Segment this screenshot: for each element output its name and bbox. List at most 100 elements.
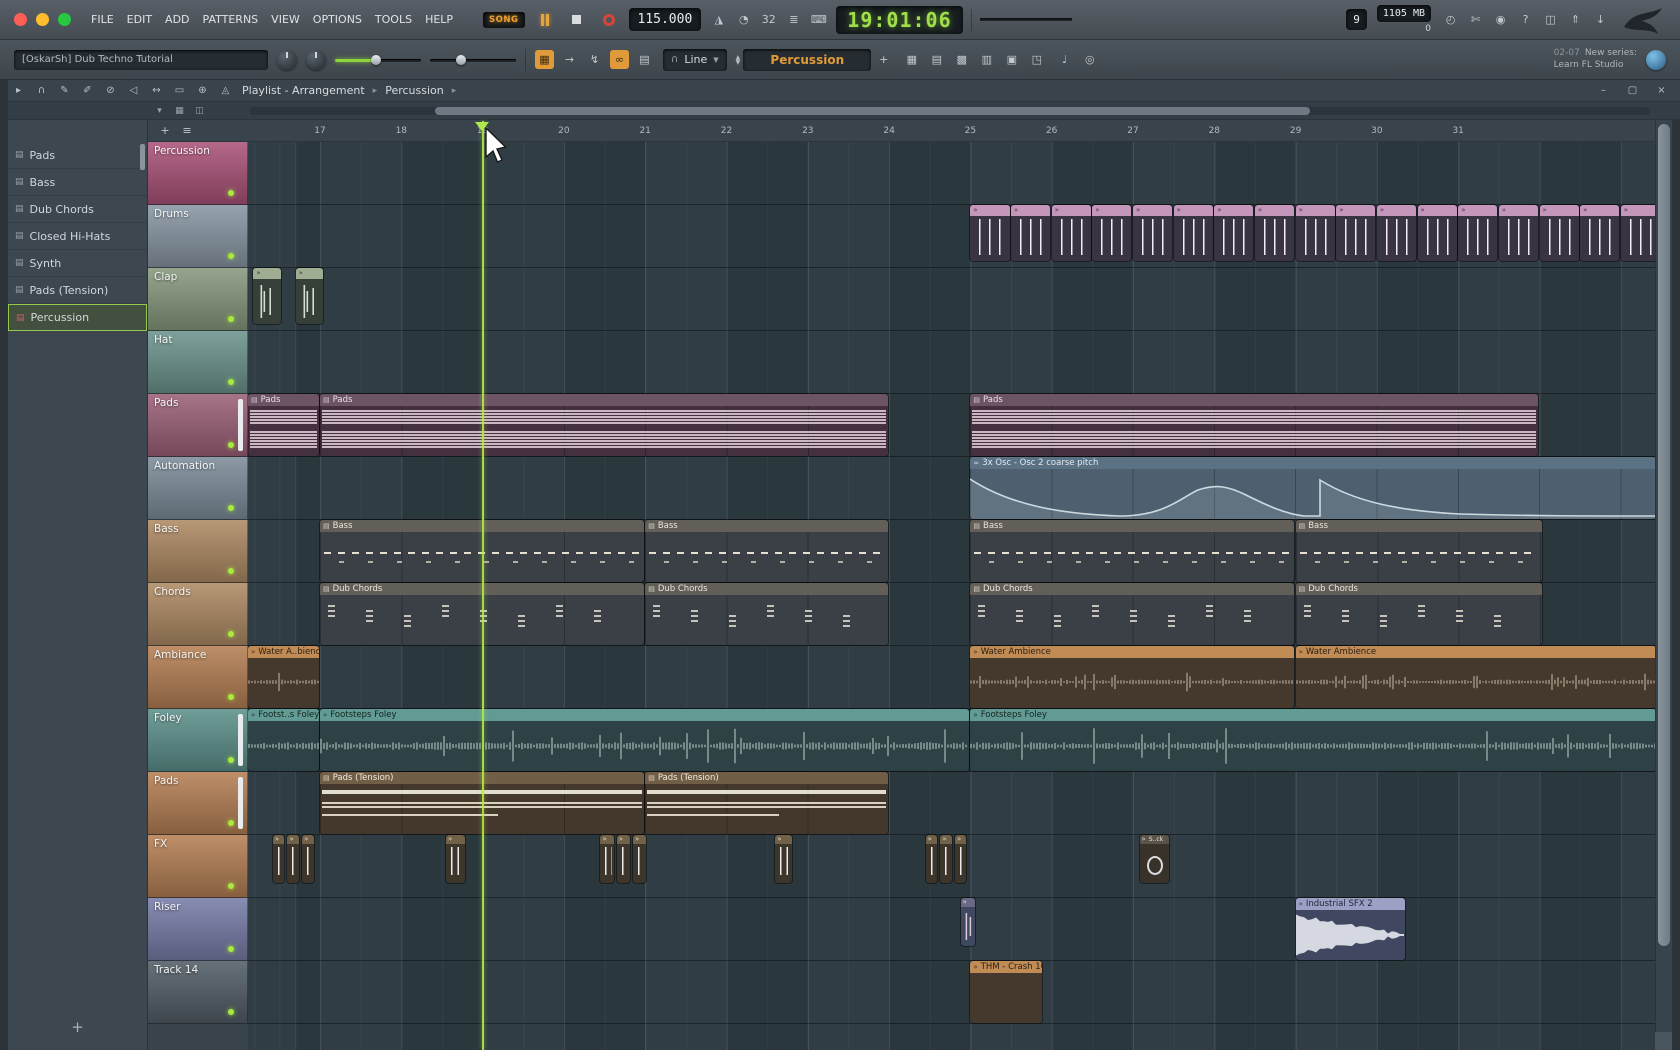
zoom-tool-icon[interactable]: ⊕ (194, 82, 211, 99)
audio-clip[interactable]: » (1296, 205, 1335, 261)
magnet-icon[interactable]: ∩ (33, 82, 50, 99)
pattern-display[interactable]: Percussion (743, 49, 871, 71)
stop-button[interactable] (565, 8, 589, 32)
pattern-song-toggle-icon[interactable]: ▦ (535, 50, 554, 69)
vertical-scrollbar-thumb[interactable] (1658, 124, 1670, 946)
audio-clip[interactable]: » (1255, 205, 1294, 261)
pattern-item[interactable]: ▤Synth (8, 250, 147, 277)
track-header[interactable]: Track 14 (148, 961, 248, 1024)
menu-file[interactable]: FILE (91, 13, 114, 26)
audio-clip[interactable]: » (296, 268, 324, 324)
piano-roll-icon[interactable]: ▤ (927, 50, 946, 69)
track-lane[interactable]: »» (248, 268, 1655, 331)
project-title-field[interactable]: [OskarSh] Dub Techno Tutorial (14, 50, 268, 70)
track-header[interactable]: Riser (148, 898, 248, 961)
menu-add[interactable]: ADD (165, 13, 189, 26)
mute-tool-icon[interactable]: ◁ (125, 82, 142, 99)
save-icon[interactable]: ◫ (1541, 10, 1560, 29)
audio-clip[interactable]: » (1540, 205, 1579, 261)
audio-clip[interactable]: » (600, 835, 613, 883)
snap-selector[interactable]: ∩ Line ▼ (663, 49, 727, 71)
browser-icon[interactable]: ▣ (1002, 50, 1021, 69)
menu-options[interactable]: OPTIONS (313, 13, 362, 26)
pattern-clip[interactable]: ▤Pads (Tension) (645, 772, 887, 834)
track-arm-indicator[interactable] (238, 777, 243, 829)
pattern-item[interactable]: ▤Pads (Tension) (8, 277, 147, 304)
track-header[interactable]: Chords (148, 583, 248, 646)
main-pitch-slider[interactable] (430, 53, 516, 67)
add-pattern-sidebar-button[interactable]: + (71, 1018, 84, 1036)
auto-scroll-icon[interactable]: ↯ (585, 50, 604, 69)
add-pattern-button[interactable]: + (874, 50, 893, 69)
minimize-window-button[interactable] (36, 13, 49, 26)
pattern-clip[interactable]: ▤Bass (1296, 520, 1542, 582)
timeline-ruler[interactable]: 171819202122232425262728293031 (248, 120, 1655, 142)
track-lane[interactable]: ▤Pads (Tension)▤Pads (Tension) (248, 772, 1655, 835)
audio-clip[interactable]: »Water Ambience (970, 646, 1294, 708)
track-header[interactable]: Bass (148, 520, 248, 583)
pattern-clip[interactable]: ▤Pads (248, 394, 319, 456)
audio-clip[interactable]: » (1052, 205, 1091, 261)
track-mute-led[interactable] (228, 1009, 234, 1015)
add-marker-icon[interactable]: ▾ (152, 103, 167, 118)
audio-clip[interactable]: »Footsteps Foley (970, 709, 1655, 771)
countdown-icon[interactable]: 32 (759, 10, 778, 29)
track-header[interactable]: FX (148, 835, 248, 898)
wait-input-icon[interactable]: ◔ (734, 10, 753, 29)
audio-clip[interactable]: » (633, 835, 646, 883)
typing-piano-icon[interactable]: ⌨ (809, 10, 828, 29)
track-arm-indicator[interactable] (238, 714, 243, 766)
paint-tool-icon[interactable]: ✐ (79, 82, 96, 99)
menu-help[interactable]: HELP (425, 13, 453, 26)
grid-view-icon[interactable]: ▦ (172, 103, 187, 118)
track-options-icon[interactable]: ≡ (180, 124, 194, 138)
minimize-button[interactable]: – (1595, 82, 1612, 99)
track-header[interactable]: Foley (148, 709, 248, 772)
export-icon[interactable]: ⇑ (1566, 10, 1585, 29)
close-button[interactable]: × (1653, 82, 1670, 99)
audio-clip[interactable]: » (1621, 205, 1655, 261)
audio-clip[interactable]: »Industrial SFX 2 (1296, 898, 1405, 960)
audio-clip[interactable]: » (970, 205, 1009, 261)
track-header[interactable]: Percussion (148, 142, 248, 205)
audio-clip[interactable]: » (1336, 205, 1375, 261)
audio-clip[interactable]: » (1418, 205, 1457, 261)
track-lane[interactable]: ∞3x Osc - Osc 2 coarse pitch (248, 457, 1655, 520)
track-header[interactable]: Clap (148, 268, 248, 331)
track-header[interactable]: Ambiance (148, 646, 248, 709)
pattern-item[interactable]: ▤Pads (8, 142, 147, 169)
track-mute-led[interactable] (228, 190, 234, 196)
audio-clip[interactable]: » (1092, 205, 1131, 261)
playlist-window-icon[interactable]: ▦ (902, 50, 921, 69)
cut-tool-icon[interactable]: ✄ (1466, 10, 1485, 29)
select-tool-icon[interactable]: ▭ (171, 82, 188, 99)
pattern-item[interactable]: ▤Bass (8, 169, 147, 196)
horizontal-scrollbar[interactable] (250, 107, 1650, 115)
overdub-icon[interactable]: ≣ (784, 10, 803, 29)
pattern-clip[interactable]: ▤Bass (645, 520, 887, 582)
audio-clip[interactable]: » (302, 835, 314, 883)
download-icon[interactable]: ↓ (1591, 10, 1610, 29)
pattern-clip[interactable]: ▤Bass (970, 520, 1294, 582)
track-lane[interactable]: »THM - Crash 10 (248, 961, 1655, 1024)
delete-tool-icon[interactable]: ⊘ (102, 82, 119, 99)
track-mute-led[interactable] (228, 253, 234, 259)
track-mute-led[interactable] (228, 694, 234, 700)
pattern-item[interactable]: ▤Dub Chords (8, 196, 147, 223)
track-mute-led[interactable] (228, 631, 234, 637)
audio-clip[interactable]: » (1580, 205, 1619, 261)
track-mute-led[interactable] (228, 757, 234, 763)
audio-clip[interactable]: » (253, 268, 281, 324)
track-mute-led[interactable] (228, 946, 234, 952)
audio-clip[interactable]: » (1499, 205, 1538, 261)
tempo-tap-icon[interactable]: ♩ (1055, 50, 1074, 69)
plugin-picker-icon[interactable]: ◳ (1027, 50, 1046, 69)
main-volume-slider[interactable] (335, 53, 421, 67)
audio-clip[interactable]: » (1214, 205, 1253, 261)
clock-icon[interactable]: ◴ (1441, 10, 1460, 29)
track-lane[interactable]: »Footst..s Foley»Footsteps Foley»Footste… (248, 709, 1655, 772)
track-mute-led[interactable] (228, 568, 234, 574)
track-header[interactable]: Pads (148, 772, 248, 835)
track-lane[interactable]: ▤Dub Chords▤Dub Chords▤Dub Chords▤Dub Ch… (248, 583, 1655, 646)
audio-clip[interactable]: » (1377, 205, 1416, 261)
